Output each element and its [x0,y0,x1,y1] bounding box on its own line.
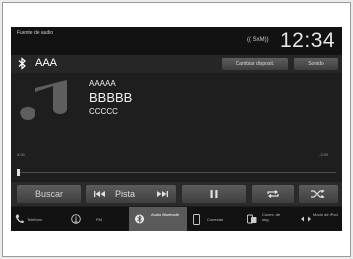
nav-item-fm[interactable]: FM [69,207,119,231]
device-header: AAA Cambiar disposit. Sonido [11,55,342,73]
track-title: BBBBB [89,90,133,105]
change-device-button[interactable]: Cambiar disposit. [222,58,288,70]
shuffle-icon [311,190,325,198]
track-skip-control: Pista [86,185,176,203]
bottom-nav: Teléfono FM Audio Bluetooth Conectar Con… [11,207,342,231]
nav-label-fm: FM [96,217,102,222]
backup-connect-icon [247,214,257,224]
repeat-button[interactable] [252,185,294,203]
nav-item-phone[interactable]: Teléfono [11,207,66,231]
nav-label-connect: Conectar [207,217,224,222]
search-button[interactable]: Buscar [17,185,81,203]
remaining-time: -2:00 [319,152,329,157]
nav-item-bluetooth-audio[interactable]: Audio Bluetooth [129,207,187,231]
audio-source-label[interactable]: Fuente de audio [17,30,57,37]
radio-tower-icon [71,214,81,224]
nav-item-connect[interactable]: Conectar [191,207,243,231]
pause-button[interactable] [182,185,246,203]
progress-track[interactable] [17,172,336,173]
pause-icon [210,190,218,198]
playback-controls: Buscar Pista [11,182,342,206]
nav-item-ipod-mode[interactable]: Modo de iPod [299,207,342,231]
now-playing-panel: AAAAA BBBBB CCCCC 0:00 -2:00 [11,73,342,181]
nav-label-bluetooth-audio: Audio Bluetooth [151,212,180,217]
repeat-icon [267,190,279,198]
nav-label-phone: Teléfono [27,217,43,222]
nav-item-backup-connect[interactable]: Conex. de seg. [245,207,293,231]
audio-screen: Fuente de audio (( SxM)) 12:34 AAA Cambi… [11,27,342,231]
sound-button[interactable]: Sonido [294,58,338,70]
progress-handle[interactable] [17,169,20,176]
bluetooth-icon [135,214,144,224]
phone-connect-icon [193,214,200,225]
music-note-icon [20,80,68,120]
bluetooth-icon [18,57,26,70]
nav-label-ipod-mode: Modo de iPod [313,212,338,217]
clock: 12:34 [280,29,336,52]
ipod-mode-icon [301,216,311,222]
nav-label-backup-connect: Conex. de seg. [262,212,281,222]
next-track-icon[interactable] [156,191,168,197]
shuffle-button[interactable] [299,185,338,203]
album-name: AAAAA [89,79,116,88]
elapsed-time: 0:00 [17,152,25,157]
previous-track-icon[interactable] [94,191,106,197]
track-label: Pista [115,189,136,199]
artist-name: CCCCC [89,107,118,116]
signal-indicator: (( SxM)) [247,37,269,43]
device-name: AAA [35,57,58,69]
screen-frame: Fuente de audio (( SxM)) 12:34 AAA Cambi… [2,2,351,257]
phone-icon [15,214,24,224]
status-bar: Fuente de audio (( SxM)) 12:34 [11,27,342,55]
